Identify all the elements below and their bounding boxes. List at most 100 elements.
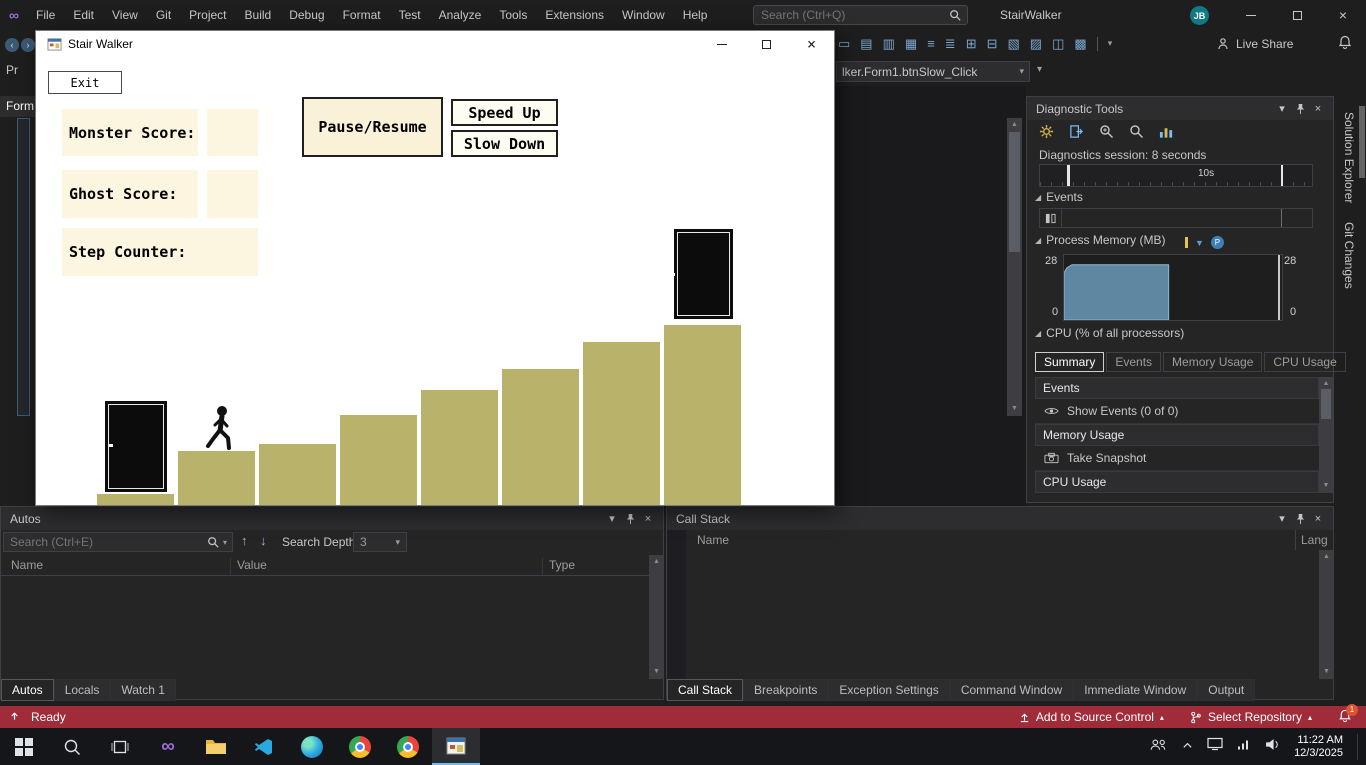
- notifications-bell-icon[interactable]: [1338, 35, 1352, 55]
- hidden-icons-chevron[interactable]: [1182, 741, 1193, 752]
- slow-down-button[interactable]: Slow Down: [451, 130, 558, 157]
- document-tab-form[interactable]: Form: [0, 96, 35, 117]
- start-button[interactable]: [0, 728, 48, 765]
- network-icon[interactable]: [1237, 738, 1251, 756]
- menu-analyze[interactable]: Analyze: [430, 0, 491, 30]
- bring-to-front-icon[interactable]: ◫: [1052, 36, 1064, 52]
- make-same-height-icon[interactable]: ⊟: [987, 36, 998, 52]
- column-type[interactable]: Type: [549, 558, 575, 572]
- menu-project[interactable]: Project: [180, 0, 235, 30]
- vs-close-button[interactable]: ×: [1320, 0, 1366, 30]
- autos-search-input[interactable]: [4, 535, 207, 549]
- menu-test[interactable]: Test: [390, 0, 430, 30]
- scroll-up-icon[interactable]: ▲: [1319, 552, 1334, 562]
- people-icon[interactable]: [1149, 738, 1168, 756]
- menu-debug[interactable]: Debug: [280, 0, 333, 30]
- menu-git[interactable]: Git: [147, 0, 180, 30]
- memory-section-header[interactable]: ◢ Process Memory (MB): [1035, 233, 1166, 247]
- scroll-up-icon[interactable]: ▲: [649, 557, 664, 567]
- align-middles-icon[interactable]: ≡: [927, 36, 935, 51]
- column-name[interactable]: Name: [11, 558, 43, 572]
- close-icon[interactable]: ×: [1309, 103, 1327, 115]
- cpu-section-header[interactable]: ◢ CPU (% of all processors): [1035, 326, 1184, 340]
- column-name[interactable]: Name: [697, 533, 729, 547]
- export-report-icon[interactable]: [1069, 124, 1084, 144]
- pause-resume-button[interactable]: Pause/Resume: [302, 97, 443, 157]
- zoom-reset-icon[interactable]: [1129, 124, 1144, 144]
- quick-search-box[interactable]: [753, 5, 968, 25]
- search-depth-combo[interactable]: 3 ▾: [353, 532, 407, 552]
- menu-extensions[interactable]: Extensions: [536, 0, 613, 30]
- chevron-down-icon[interactable]: ▾: [223, 538, 227, 547]
- rail-tab-git-changes[interactable]: Git Changes: [1342, 222, 1356, 289]
- tab-memory-usage[interactable]: Memory Usage: [1163, 352, 1262, 372]
- column-divider[interactable]: [230, 558, 231, 575]
- align-bottoms-icon[interactable]: ≣: [945, 36, 956, 52]
- scroll-down-icon[interactable]: ▼: [649, 667, 664, 677]
- menu-format[interactable]: Format: [334, 0, 390, 30]
- navbar-extra-icon[interactable]: ▾: [1037, 64, 1042, 75]
- align-tops-icon[interactable]: ▦: [905, 36, 917, 52]
- scroll-down-icon[interactable]: ▼: [1007, 404, 1022, 414]
- expander-icon[interactable]: ◢: [1035, 236, 1041, 245]
- events-swimlane[interactable]: [1039, 208, 1313, 228]
- vscode-taskbar-icon[interactable]: [240, 728, 288, 765]
- menu-window[interactable]: Window: [613, 0, 674, 30]
- method-navigation-combo[interactable]: lker.Form1.btnSlow_Click ▾: [836, 61, 1030, 82]
- autos-search-box[interactable]: ▾: [3, 532, 233, 552]
- events-section-header[interactable]: ◢ Events: [1035, 190, 1083, 204]
- user-avatar[interactable]: JB: [1190, 6, 1209, 25]
- pin-icon[interactable]: [621, 513, 639, 525]
- align-rights-icon[interactable]: ▥: [883, 36, 895, 52]
- taskbar-clock[interactable]: 11:22 AM 12/3/2025: [1294, 734, 1343, 760]
- close-icon[interactable]: ×: [1309, 513, 1327, 525]
- toolbar-overflow-icon[interactable]: ▾: [1108, 38, 1113, 49]
- tab-summary[interactable]: Summary: [1035, 352, 1104, 372]
- chart-options-icon[interactable]: [1159, 125, 1174, 144]
- horizontal-spacing-icon[interactable]: ▧: [1008, 36, 1020, 52]
- select-repository-button[interactable]: Select Repository ▴: [1190, 710, 1312, 724]
- menu-view[interactable]: View: [103, 0, 147, 30]
- live-share-button[interactable]: Live Share: [1216, 30, 1293, 57]
- speed-up-button[interactable]: Speed Up: [451, 99, 558, 126]
- send-to-back-icon[interactable]: ▩: [1074, 36, 1086, 52]
- navigate-back-icon[interactable]: ‹: [5, 38, 19, 52]
- editor-scrollbar[interactable]: ▲ ▼: [1007, 118, 1022, 416]
- show-desktop-divider[interactable]: [1357, 734, 1358, 760]
- window-position-icon[interactable]: ▾: [1273, 512, 1291, 525]
- chrome-taskbar-icon[interactable]: [336, 728, 384, 765]
- next-result-icon[interactable]: ↓: [260, 533, 267, 548]
- background-tasks-icon[interactable]: [9, 710, 20, 725]
- menu-edit[interactable]: Edit: [64, 0, 103, 30]
- scroll-up-icon[interactable]: ▲: [1007, 120, 1022, 130]
- add-to-source-control-button[interactable]: Add to Source Control ▴: [1019, 710, 1164, 724]
- window-position-icon[interactable]: ▾: [1273, 102, 1291, 115]
- previous-result-icon[interactable]: ↑: [241, 533, 248, 548]
- menu-file[interactable]: File: [27, 0, 64, 30]
- process-memory-chart[interactable]: [1063, 254, 1283, 321]
- show-events-link[interactable]: Show Events (0 of 0): [1035, 399, 1319, 424]
- tab-locals[interactable]: Locals: [54, 679, 111, 701]
- column-language[interactable]: Lang: [1295, 530, 1328, 550]
- close-icon[interactable]: ×: [639, 513, 657, 525]
- tab-call-stack[interactable]: Call Stack: [667, 679, 743, 701]
- display-icon[interactable]: [1207, 737, 1223, 756]
- vertical-spacing-icon[interactable]: ▨: [1030, 36, 1042, 52]
- call-stack-scrollbar[interactable]: ▲ ▼: [1319, 550, 1334, 679]
- zoom-in-icon[interactable]: [1099, 124, 1114, 144]
- timeline-ruler[interactable]: 10s: [1039, 164, 1313, 187]
- scrollbar-thumb[interactable]: [1321, 389, 1331, 419]
- scroll-up-icon[interactable]: ▲: [1319, 379, 1333, 389]
- align-lefts-icon[interactable]: ▭: [838, 36, 850, 52]
- edge-taskbar-icon[interactable]: [288, 728, 336, 765]
- window-position-icon[interactable]: ▾: [603, 512, 621, 525]
- tab-breakpoints[interactable]: Breakpoints: [743, 679, 828, 701]
- menu-help[interactable]: Help: [674, 0, 717, 30]
- rail-tab-solution-explorer[interactable]: Solution Explorer: [1342, 112, 1356, 203]
- vs-minimize-button[interactable]: [1228, 0, 1274, 30]
- column-value[interactable]: Value: [237, 558, 267, 572]
- vs-maximize-button[interactable]: [1274, 0, 1320, 30]
- visual-studio-taskbar-icon[interactable]: ∞: [144, 728, 192, 765]
- quick-search-input[interactable]: [754, 8, 949, 22]
- tab-immediate-window[interactable]: Immediate Window: [1073, 679, 1197, 701]
